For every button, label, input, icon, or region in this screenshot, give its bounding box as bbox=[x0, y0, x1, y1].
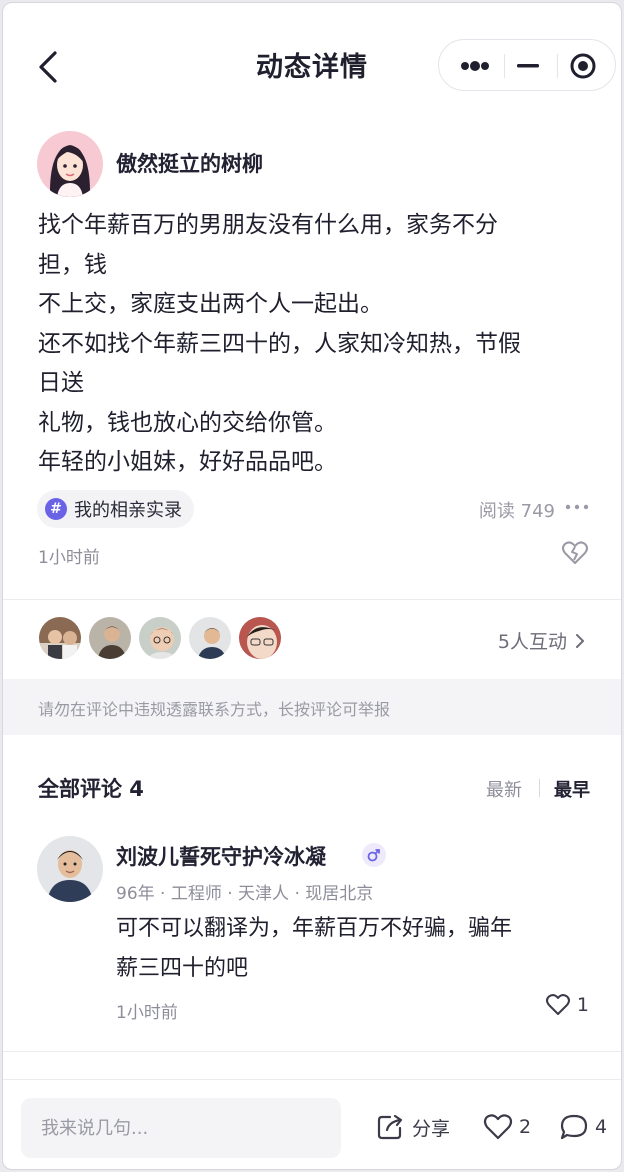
post-content: 找个年薪百万的男朋友没有什么用，家务不分 担，钱 不上交，家庭支出两个人一起出。… bbox=[38, 206, 588, 483]
share-label: 分享 bbox=[412, 1117, 451, 1140]
avatar bbox=[87, 615, 133, 661]
author-avatar[interactable] bbox=[37, 131, 103, 197]
divider bbox=[3, 1079, 621, 1080]
comment-input[interactable] bbox=[21, 1098, 341, 1158]
sort-earliest-tab[interactable]: 最早 bbox=[554, 776, 590, 802]
post-more-button[interactable] bbox=[563, 495, 591, 519]
share-button[interactable]: 分享 bbox=[376, 1113, 450, 1141]
broken-heart-icon bbox=[562, 541, 588, 564]
avatar-photo-icon bbox=[239, 617, 281, 659]
post-line: 不上交，家庭支出两个人一起出。 bbox=[38, 291, 383, 317]
nav-header: 动态详情 bbox=[3, 3, 621, 123]
avatar bbox=[137, 615, 183, 661]
comment-like-button[interactable]: 1 bbox=[545, 993, 589, 1017]
commenter-meta: 96年 · 工程师 · 天津人 · 现居北京 bbox=[116, 884, 374, 904]
comment-count: 4 bbox=[595, 1116, 608, 1138]
avatar-photo-icon bbox=[189, 617, 231, 659]
male-gender-badge bbox=[362, 843, 386, 867]
commenter-name[interactable]: 刘波儿誓死守护冷冰凝 bbox=[116, 841, 326, 871]
broken-heart-button[interactable] bbox=[561, 540, 589, 566]
post-line: 年轻的小姐妹，好好品品吧。 bbox=[38, 449, 337, 475]
post-line: 还不如找个年薪三四十的，人家知冷知热，节假 bbox=[38, 330, 521, 357]
comments-title: 全部评论 4 bbox=[38, 777, 144, 801]
avatar-photo-icon bbox=[139, 617, 181, 659]
avatar bbox=[187, 615, 233, 661]
comment-like-count: 1 bbox=[576, 994, 589, 1016]
speech-bubble-icon bbox=[560, 1114, 588, 1140]
avatar bbox=[37, 615, 83, 661]
like-button[interactable]: 2 bbox=[483, 1113, 531, 1141]
target-circle-icon bbox=[570, 53, 596, 79]
ellipsis-icon bbox=[565, 504, 589, 510]
mini-program-capsule bbox=[438, 39, 616, 91]
minimize-button[interactable] bbox=[499, 40, 557, 90]
post-time: 1小时前 bbox=[38, 548, 100, 568]
divider bbox=[3, 1051, 621, 1052]
post-line: 担，钱 bbox=[38, 251, 107, 278]
heart-outline-icon bbox=[545, 994, 570, 1015]
interaction-count-label: 5人互动 bbox=[497, 631, 567, 653]
app-window: 动态详情 傲然挺立的树柳 找个年薪百万的男朋友没有什么用，家务不分 担，钱 不上… bbox=[2, 2, 622, 1170]
sort-newest-tab[interactable]: 最新 bbox=[486, 776, 522, 802]
comment-time: 1小时前 bbox=[116, 1003, 178, 1023]
commenter-avatar[interactable] bbox=[37, 836, 103, 902]
author-name[interactable]: 傲然挺立的树柳 bbox=[116, 148, 263, 178]
avatar-photo-icon bbox=[37, 836, 103, 902]
interaction-count-link[interactable]: 5人互动 bbox=[498, 627, 585, 654]
hashtag-icon: # bbox=[45, 498, 67, 520]
avatar bbox=[237, 615, 283, 661]
notice-text: 请勿在评论中违规透露联系方式，长按评论可举报 bbox=[38, 700, 391, 719]
sort-divider bbox=[539, 779, 540, 797]
avatar-photo-icon bbox=[39, 617, 81, 659]
male-icon bbox=[367, 849, 380, 862]
comment-text: 可不可以翻译为，年薪百万不好骗，骗年 薪三四十的吧 bbox=[116, 909, 596, 989]
avatar-photo-icon bbox=[89, 617, 131, 659]
notice-bar: 请勿在评论中违规透露联系方式，长按评论可举报 bbox=[3, 679, 621, 735]
chevron-right-icon bbox=[576, 633, 584, 648]
share-icon bbox=[377, 1114, 403, 1140]
post-line: 日送 bbox=[38, 370, 84, 396]
read-count: 阅读 749 bbox=[478, 501, 555, 522]
divider bbox=[3, 599, 621, 600]
comment-line: 薪三四十的吧 bbox=[116, 956, 249, 981]
post-line: 礼物，钱也放心的交给你管。 bbox=[38, 409, 337, 436]
comment-button[interactable]: 4 bbox=[559, 1113, 607, 1141]
like-count: 2 bbox=[519, 1116, 532, 1138]
topic-tag[interactable]: # 我的相亲实录 bbox=[37, 490, 194, 528]
comment-line: 可不可以翻译为，年薪百万不好骗，骗年 bbox=[116, 916, 513, 941]
more-dots-icon bbox=[461, 61, 489, 71]
heart-outline-icon bbox=[483, 1114, 513, 1140]
minus-icon bbox=[517, 64, 539, 68]
more-menu-button[interactable] bbox=[443, 40, 501, 90]
close-mini-program-button[interactable] bbox=[555, 40, 613, 90]
avatar-girl-illustration bbox=[37, 131, 103, 197]
post-line: 找个年薪百万的男朋友没有什么用，家务不分 bbox=[38, 212, 498, 238]
topic-label: 我的相亲实录 bbox=[74, 500, 182, 521]
